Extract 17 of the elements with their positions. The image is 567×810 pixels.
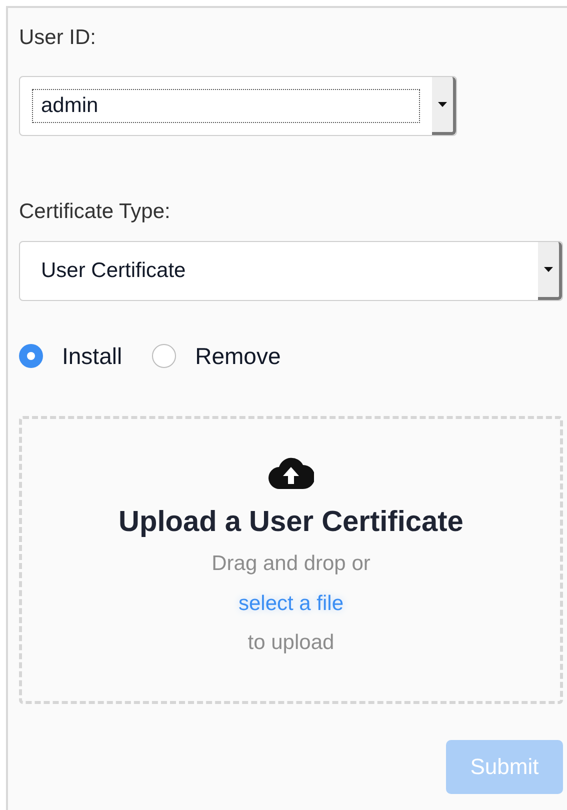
dropdown-value: admin xyxy=(32,89,420,123)
upload-dropzone[interactable]: Upload a User Certificate Drag and drop or select a file to upload xyxy=(19,416,563,704)
cloud-upload-icon xyxy=(268,456,314,488)
upload-hint: to upload xyxy=(248,630,334,656)
upload-title: Upload a User Certificate xyxy=(118,504,464,540)
field-label: Certificate Type: xyxy=(19,199,172,225)
caret-icon xyxy=(438,102,447,107)
radio-button[interactable] xyxy=(19,344,43,368)
dropdown[interactable]: admin xyxy=(19,76,457,136)
field-label: User ID: xyxy=(19,25,98,51)
radio-option[interactable]: Install xyxy=(19,339,122,374)
upload-hint: Drag and drop or xyxy=(212,551,370,577)
radio-option[interactable]: Remove xyxy=(152,339,281,374)
dropdown-value: User Certificate xyxy=(40,258,187,284)
dropdown[interactable]: User Certificate xyxy=(19,241,563,301)
caret-icon xyxy=(544,267,553,272)
radio-button[interactable] xyxy=(152,344,176,368)
